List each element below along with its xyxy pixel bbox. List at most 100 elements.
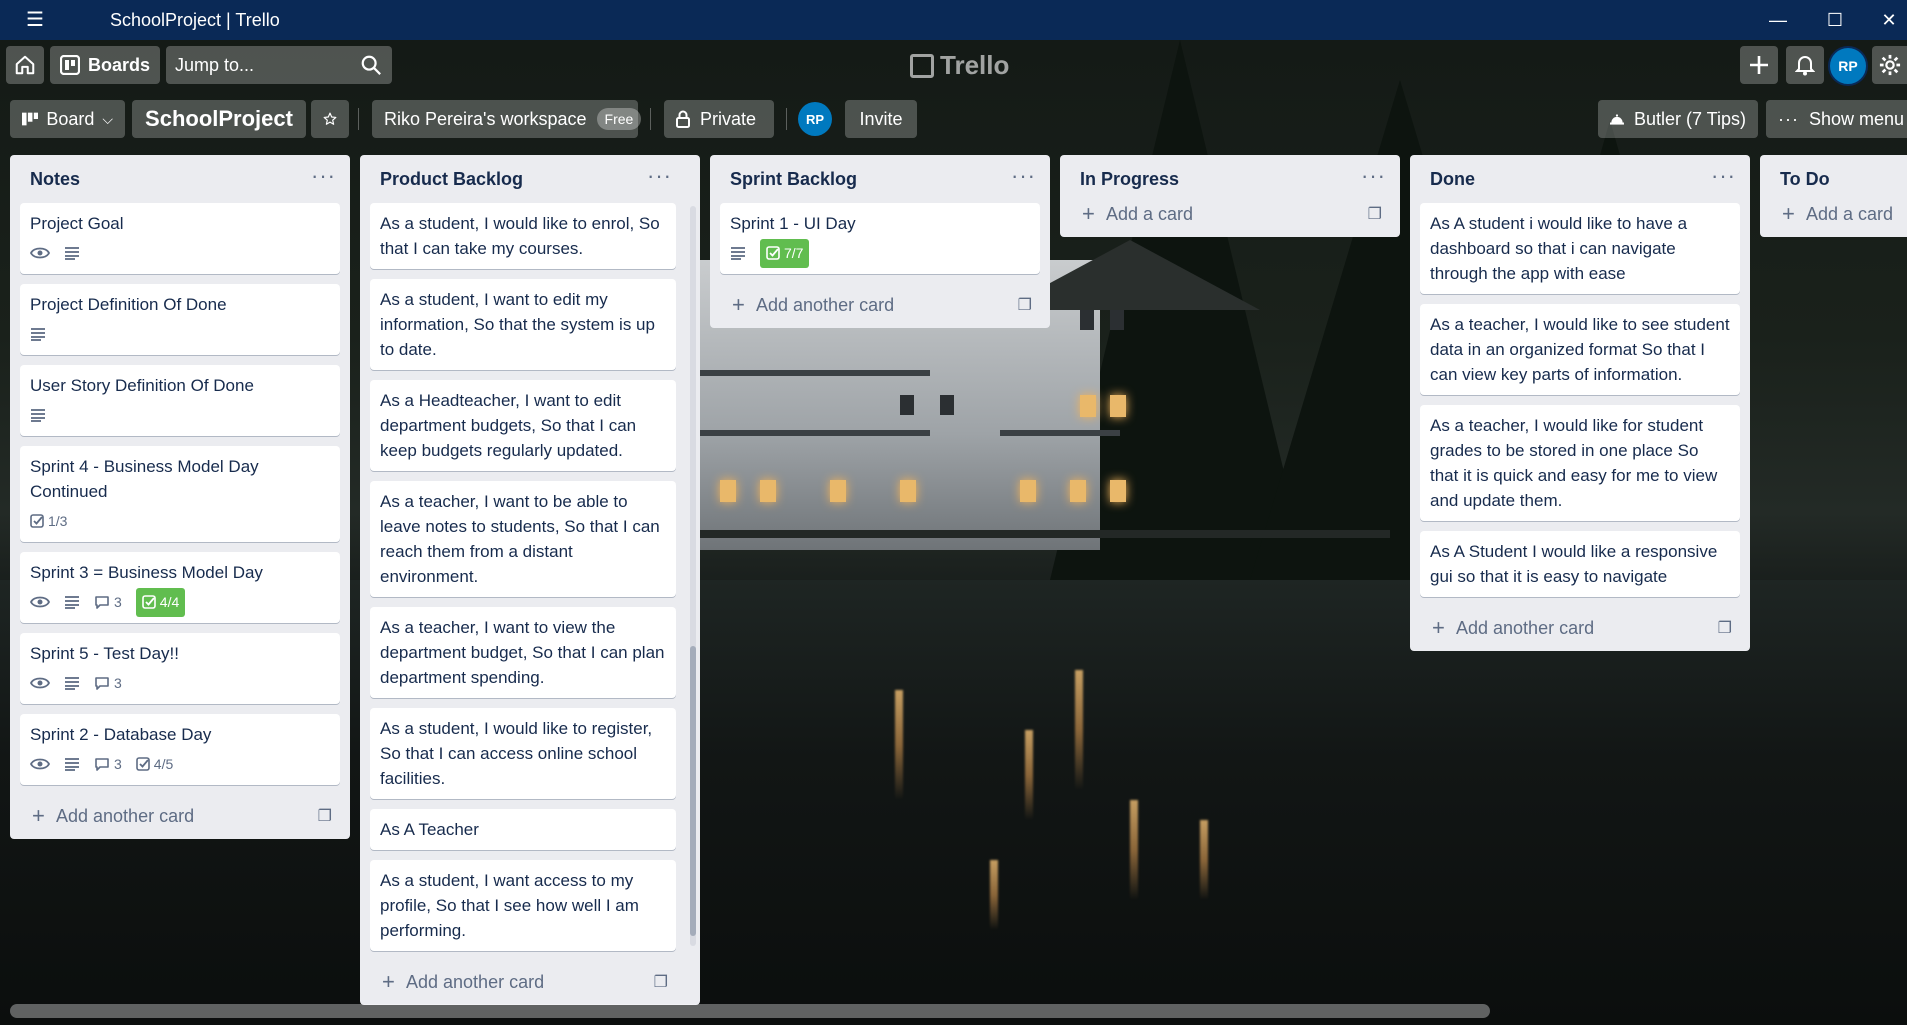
minimize-button[interactable]: — — [1760, 6, 1796, 34]
hamburger-icon[interactable]: ☰ — [26, 10, 44, 30]
card-template-icon[interactable]: ❐ — [318, 806, 332, 826]
comments-badge: 3 — [94, 590, 122, 615]
card[interactable]: As a student, I would like to enrol, So … — [370, 203, 676, 269]
card-template-icon[interactable]: ❐ — [654, 972, 668, 992]
comment-icon — [95, 677, 109, 690]
star-button[interactable] — [311, 100, 349, 138]
checklist-complete-badge: 4/4 — [135, 587, 186, 617]
card[interactable]: Sprint 3 = Business Model Day 3 4/4 — [20, 552, 340, 623]
card[interactable]: As a student, I want access to my profil… — [370, 860, 676, 951]
list-title[interactable]: Sprint Backlog — [730, 169, 857, 190]
butler-button[interactable]: Butler (7 Tips) — [1598, 100, 1758, 138]
list-menu-icon[interactable]: ··· — [647, 163, 672, 189]
search-icon[interactable] — [360, 54, 382, 76]
visibility-label: Private — [700, 108, 757, 129]
list-title[interactable]: Done — [1430, 169, 1475, 190]
card[interactable]: As a student, I would like to register, … — [370, 708, 676, 799]
notifications-button[interactable] — [1786, 46, 1824, 84]
list-menu-icon[interactable]: ··· — [311, 163, 336, 189]
card[interactable]: User Story Definition Of Done — [20, 365, 340, 436]
card-title: As A Student I would like a responsive g… — [1430, 542, 1718, 586]
list-title[interactable]: Product Backlog — [380, 169, 523, 190]
add-card-button[interactable]: + Add another card ❐ — [710, 284, 1050, 328]
visibility-button[interactable]: Private — [664, 100, 774, 138]
card[interactable]: As A Teacher — [370, 809, 676, 850]
card[interactable]: As a teacher, I would like for student g… — [1420, 405, 1740, 521]
show-menu-button[interactable]: ··· Show menu — [1766, 100, 1907, 138]
home-button[interactable] — [6, 46, 44, 84]
comment-count: 3 — [114, 755, 122, 772]
plus-icon: + — [1782, 201, 1795, 226]
comments-badge: 3 — [94, 671, 122, 696]
checklist-icon — [141, 595, 156, 609]
card[interactable]: Project Goal — [20, 203, 340, 274]
trello-logo-icon — [910, 53, 934, 78]
list-scrollbar[interactable] — [690, 206, 696, 946]
description-icon — [64, 595, 80, 609]
bell-icon — [1795, 56, 1815, 76]
description-icon — [30, 408, 46, 422]
divider — [650, 108, 651, 130]
plus-icon: + — [1082, 201, 1095, 226]
add-card-label: Add a card — [1106, 204, 1194, 224]
list-title[interactable]: Notes — [30, 169, 80, 190]
maximize-button[interactable]: ☐ — [1817, 6, 1853, 34]
list-title[interactable]: To Do — [1780, 169, 1830, 190]
list-title[interactable]: In Progress — [1080, 169, 1179, 190]
settings-button[interactable] — [1872, 46, 1907, 84]
add-card-button[interactable]: + Add another card ❐ — [10, 795, 350, 839]
boards-button[interactable]: Boards — [50, 46, 160, 84]
invite-button[interactable]: Invite — [845, 100, 917, 138]
list-product-backlog: Product Backlog ··· As a student, I woul… — [360, 155, 700, 1005]
trello-logo[interactable]: Trello — [910, 50, 1009, 81]
member-avatar[interactable]: RP — [798, 102, 832, 136]
board-name[interactable]: SchoolProject — [132, 100, 306, 138]
board-horizontal-scrollbar[interactable] — [10, 1004, 1490, 1018]
close-button[interactable]: ✕ — [1871, 6, 1907, 34]
list-menu-icon[interactable]: ··· — [1011, 163, 1036, 189]
list-menu-icon[interactable]: ··· — [1711, 163, 1736, 189]
add-card-button[interactable]: + Add a card ❐ — [1060, 193, 1400, 237]
board-view-switcher[interactable]: Board ⌵ — [10, 100, 125, 138]
card-title: Sprint 5 - Test Day!! — [30, 644, 179, 663]
jump-to-search[interactable]: Jump to... — [166, 46, 392, 84]
home-icon — [15, 55, 35, 75]
card[interactable]: Sprint 2 - Database Day 3 4/5 — [20, 714, 340, 785]
divider — [786, 108, 787, 130]
add-card-button[interactable]: + Add another card ❐ — [360, 961, 686, 1005]
list-menu-icon[interactable]: ··· — [1361, 163, 1386, 189]
create-button[interactable] — [1740, 46, 1778, 84]
list-in-progress: In Progress ··· + Add a card ❐ — [1060, 155, 1400, 237]
card[interactable]: As A student i would like to have a dash… — [1420, 203, 1740, 294]
card[interactable]: As A Student I would like a responsive g… — [1420, 531, 1740, 597]
add-card-button[interactable]: + Add a card — [1760, 193, 1907, 237]
search-input[interactable]: Jump to... — [175, 55, 254, 76]
watch-icon — [30, 757, 50, 771]
card[interactable]: As a Headteacher, I want to edit departm… — [370, 380, 676, 471]
card[interactable]: Project Definition Of Done — [20, 284, 340, 355]
card[interactable]: Sprint 1 - UI Day 7/7 — [720, 203, 1040, 274]
list-scrollbar-thumb[interactable] — [690, 646, 696, 936]
add-card-button[interactable]: + Add another card ❐ — [1410, 607, 1750, 651]
plus-icon: + — [32, 803, 45, 828]
card[interactable]: As a teacher, I want to be able to leave… — [370, 481, 676, 597]
board-view-icon — [22, 112, 39, 126]
card-title: As a Headteacher, I want to edit departm… — [380, 391, 637, 460]
workspace-button[interactable]: Riko Pereira's workspace Free — [372, 100, 642, 138]
card-template-icon[interactable]: ❐ — [1368, 204, 1382, 224]
card[interactable]: As a teacher, I would like to see studen… — [1420, 304, 1740, 395]
checklist-complete-badge: 7/7 — [760, 238, 810, 268]
add-card-label: Add another card — [756, 295, 895, 315]
card-template-icon[interactable]: ❐ — [1718, 618, 1732, 638]
card-template-icon[interactable]: ❐ — [1018, 295, 1032, 315]
card-title: As a teacher, I would like to see studen… — [1430, 315, 1730, 384]
app-header: Boards Jump to... Trello RP — [0, 40, 1907, 88]
description-icon — [30, 327, 46, 341]
card[interactable]: Sprint 4 - Business Model Day Continued … — [20, 446, 340, 542]
user-avatar[interactable]: RP — [1828, 46, 1868, 86]
card[interactable]: As a teacher, I want to view the departm… — [370, 607, 676, 698]
card-title: User Story Definition Of Done — [30, 376, 254, 395]
card[interactable]: As a student, I want to edit my informat… — [370, 279, 676, 370]
butler-label: Butler (7 Tips) — [1633, 108, 1746, 129]
card[interactable]: Sprint 5 - Test Day!! 3 — [20, 633, 340, 704]
